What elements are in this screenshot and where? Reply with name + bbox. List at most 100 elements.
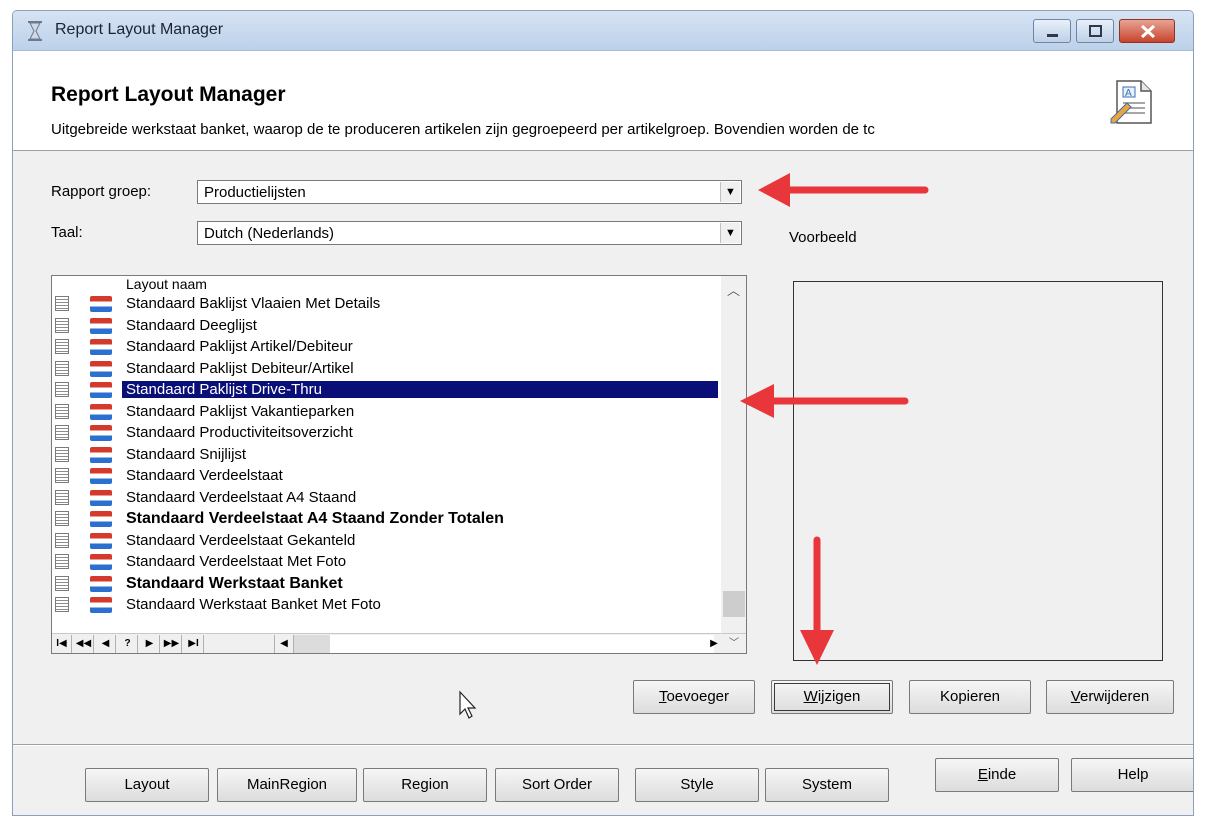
layout-row[interactable]: Standaard Paklijst Drive-Thru (52, 379, 720, 401)
scroll-thumb[interactable] (723, 591, 745, 617)
delete-button[interactable]: Verwijderen (1046, 680, 1174, 714)
hscroll-right-icon[interactable]: ▶ (704, 635, 724, 653)
add-label: oevoeger (666, 688, 730, 705)
layout-row[interactable]: Standaard Paklijst Vakantieparken (52, 401, 720, 423)
layout-name: Standaard Verdeelstaat Met Foto (126, 553, 347, 570)
dutch-flag-icon (90, 554, 112, 570)
layout-row[interactable]: Standaard Werkstaat Banket Met Foto (52, 594, 720, 616)
layout-name: Standaard Productiviteitsoverzicht (126, 424, 353, 441)
einde-button[interactable]: Einde (935, 758, 1059, 792)
layout-row[interactable]: Standaard Verdeelstaat A4 Staand (52, 487, 720, 509)
report-layout-icon (55, 511, 69, 526)
dutch-flag-icon (90, 403, 112, 420)
layout-name: Standaard Paklijst Artikel/Debiteur (126, 338, 353, 355)
help-button[interactable]: Help (1071, 758, 1193, 792)
layout-rows: Standaard Baklijst Vlaaien Met Details St… (52, 293, 720, 616)
layout-name: Standaard Deeglijst (126, 316, 257, 334)
maximize-icon (1089, 25, 1102, 37)
dutch-flag-icon (90, 360, 112, 377)
layout-name: Standaard Snijlijst (126, 445, 247, 463)
report-edit-icon: A (1110, 80, 1152, 124)
nav-last-button[interactable]: ▶I (184, 635, 204, 653)
report-layout-icon (55, 532, 69, 548)
nav-prev-button[interactable]: ◀ (96, 635, 116, 653)
layout-name: Standaard Verdeelstaat A4 Staand (126, 488, 357, 506)
layout-row[interactable]: Standaard Verdeelstaat (52, 465, 720, 487)
nav-first-button[interactable]: I◀ (52, 635, 72, 653)
dutch-flag-icon (90, 296, 112, 312)
close-window-button[interactable] (1119, 19, 1175, 43)
sort-order-button[interactable]: Sort Order (495, 768, 619, 802)
hourglass-app-icon (28, 21, 42, 41)
report-layout-icon (55, 489, 69, 505)
report-layout-icon (55, 296, 69, 311)
rapport-groep-value: Productielijsten (204, 184, 306, 201)
taal-label: Taal: (51, 224, 83, 241)
header-panel: Report Layout Manager Uitgebreide werkst… (13, 51, 1193, 151)
layout-row[interactable]: Standaard Baklijst Vlaaien Met Details (52, 293, 720, 315)
minimize-button[interactable] (1033, 19, 1071, 43)
layout-row[interactable]: Standaard Snijlijst (52, 444, 720, 466)
region-button[interactable]: Region (363, 768, 487, 802)
edit-label: ijzigen (817, 688, 861, 705)
minimize-icon (1047, 34, 1058, 37)
title-bar[interactable]: Report Layout Manager (13, 11, 1193, 51)
copy-button[interactable]: Kopieren (909, 680, 1031, 714)
dutch-flag-icon (90, 511, 112, 527)
layout-name: Standaard Verdeelstaat Gekanteld (126, 531, 356, 549)
column-header-layout-naam[interactable]: Layout naam (52, 276, 720, 293)
preview-pane (793, 281, 1163, 661)
add-button[interactable]: Toevoeger (633, 680, 755, 714)
layout-row[interactable]: Standaard Productiviteitsoverzicht (52, 422, 720, 444)
taal-value: Dutch (Nederlands) (204, 225, 335, 242)
layout-row[interactable]: Standaard Verdeelstaat Gekanteld (52, 530, 720, 552)
nav-goto-button[interactable]: ? (118, 635, 138, 653)
system-button[interactable]: System (765, 768, 889, 802)
svg-text:A: A (1125, 88, 1132, 99)
style-button[interactable]: Style (635, 768, 759, 802)
record-navigator: I◀ ◀◀ ◀ ? ▶ ▶▶ ▶I ◀ ▶ ﹀ (52, 633, 746, 653)
layout-row[interactable]: Standaard Verdeelstaat A4 Staand Zonder … (52, 508, 720, 530)
dutch-flag-icon (90, 425, 112, 441)
dropdown-arrow-icon[interactable]: ▼ (720, 182, 740, 202)
layout-description: Uitgebreide werkstaat banket, waarop de … (51, 121, 875, 138)
horizontal-scrollbar[interactable] (294, 635, 714, 653)
scroll-down-icon[interactable]: ﹀ (724, 635, 744, 653)
page-title: Report Layout Manager (51, 83, 286, 106)
preview-label: Voorbeeld (789, 229, 857, 246)
nav-next-button[interactable]: ▶ (140, 635, 160, 653)
report-layout-icon (55, 339, 69, 354)
dutch-flag-icon (90, 382, 112, 398)
vertical-scrollbar[interactable]: ︿ (721, 276, 746, 633)
hscroll-thumb[interactable] (294, 635, 330, 653)
hscroll-left-icon[interactable]: ◀ (274, 635, 294, 653)
layout-grid[interactable]: Layout naam Standaard Baklijst Vlaaien M… (51, 275, 747, 654)
report-layout-icon (55, 575, 69, 591)
mouse-pointer-icon (459, 690, 477, 719)
report-layout-manager-window: Report Layout Manager Report Layout Mana… (12, 10, 1194, 816)
nav-next-page-button[interactable]: ▶▶ (162, 635, 182, 653)
layout-row[interactable]: Standaard Paklijst Debiteur/Artikel (52, 358, 720, 380)
nav-prev-page-button[interactable]: ◀◀ (74, 635, 94, 653)
layout-name: Standaard Werkstaat Banket Met Foto (126, 596, 381, 613)
scroll-up-icon[interactable]: ︿ (727, 280, 740, 299)
maximize-button[interactable] (1076, 19, 1114, 43)
layout-button[interactable]: Layout (85, 768, 209, 802)
layout-name: Standaard Werkstaat Banket (126, 574, 343, 592)
layout-row[interactable]: Standaard Deeglijst (52, 315, 720, 337)
layout-row[interactable]: Standaard Paklijst Artikel/Debiteur (52, 336, 720, 358)
einde-label: inde (987, 766, 1017, 783)
taal-select[interactable]: Dutch (Nederlands) ▼ (197, 221, 742, 245)
report-layout-icon (55, 403, 69, 419)
dutch-flag-icon (90, 597, 112, 613)
mainregion-button[interactable]: MainRegion (217, 768, 357, 802)
layout-row[interactable]: Standaard Verdeelstaat Met Foto (52, 551, 720, 573)
layout-name: Standaard Paklijst Vakantieparken (126, 402, 355, 420)
window-title: Report Layout Manager (55, 21, 224, 38)
layout-row[interactable]: Standaard Werkstaat Banket (52, 573, 720, 595)
layout-name: Standaard Verdeelstaat (126, 467, 283, 484)
dropdown-arrow-icon[interactable]: ▼ (720, 223, 740, 243)
dutch-flag-icon (90, 339, 112, 355)
rapport-groep-select[interactable]: Productielijsten ▼ (197, 180, 742, 204)
edit-button[interactable]: Wijzigen (771, 680, 893, 714)
